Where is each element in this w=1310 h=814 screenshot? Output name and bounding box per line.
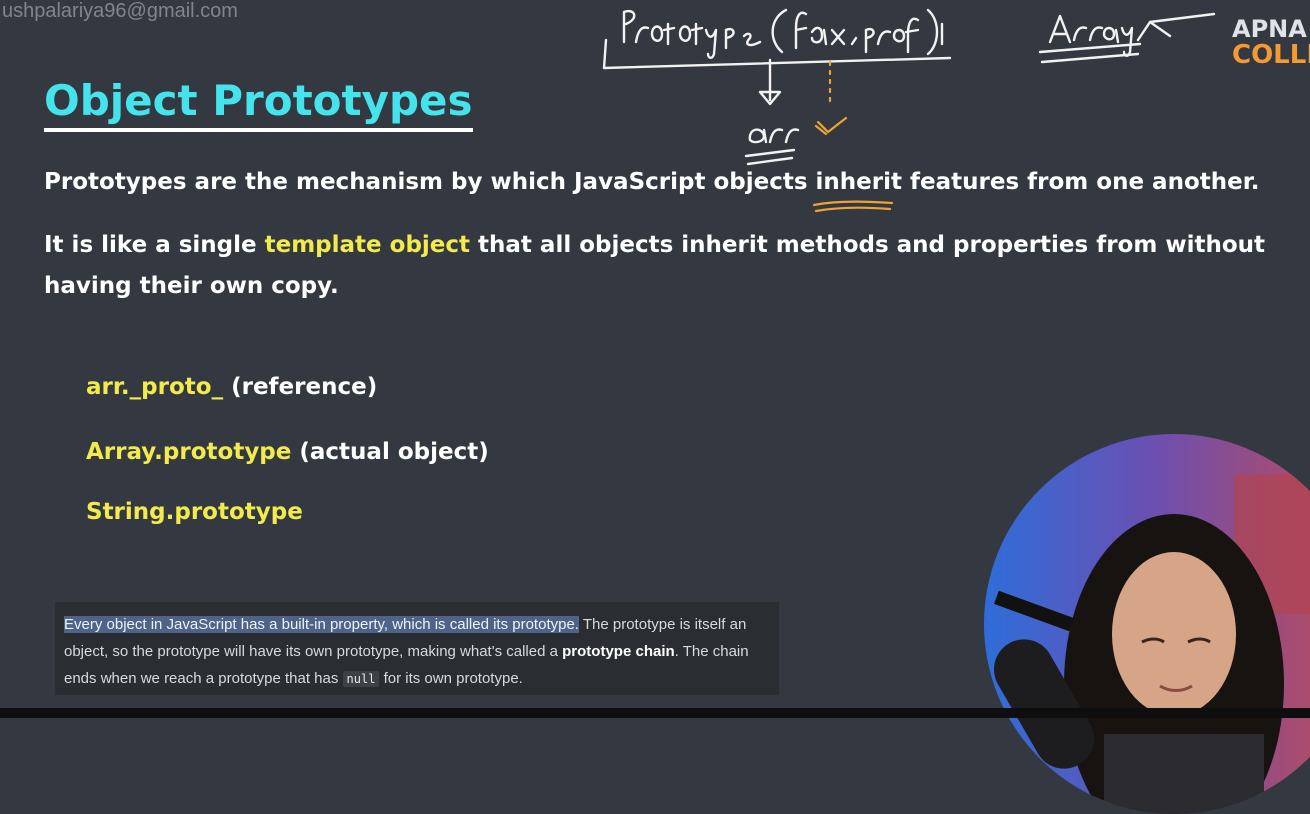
list-item-keyword: String.prototype bbox=[86, 499, 303, 525]
paragraph-template-start: It is like a single bbox=[44, 232, 265, 258]
bottom-bar bbox=[0, 708, 1310, 718]
null-code: null bbox=[342, 671, 380, 687]
annotation-array bbox=[1038, 12, 1216, 64]
slide-title: Object Prototypes bbox=[44, 74, 473, 132]
paragraph-template: It is like a single template object that… bbox=[44, 225, 1284, 307]
template-object-highlight: template object bbox=[264, 232, 471, 258]
list-item-arr-proto: arr._proto_ (reference) bbox=[86, 374, 377, 400]
selected-text[interactable]: Every object in JavaScript has a built-i… bbox=[64, 616, 579, 633]
paragraph-mechanism-start: Prototypes are the mechanism by which Ja… bbox=[44, 169, 816, 195]
list-item-keyword: Array.prototype bbox=[86, 439, 292, 465]
logo-line-2: COLLEGE bbox=[1232, 40, 1310, 70]
mdn-definition-excerpt[interactable]: Every object in JavaScript has a built-i… bbox=[55, 602, 779, 695]
annotation-orange-dotted-arrow bbox=[814, 60, 848, 136]
list-item-array-prototype: Array.prototype (actual object) bbox=[86, 439, 489, 465]
list-item-string-prototype: String.prototype bbox=[86, 499, 303, 525]
presenter-webcam bbox=[984, 434, 1310, 814]
presenter-illustration bbox=[984, 434, 1310, 814]
annotation-arr bbox=[744, 128, 800, 166]
inherit-text: inherit bbox=[815, 169, 902, 195]
paragraph-mechanism-end: features from one another. bbox=[902, 169, 1260, 195]
list-item-note: (actual object) bbox=[291, 439, 489, 465]
caption-text-3: for its own prototype. bbox=[379, 670, 523, 687]
inherit-underlined-word: inherit bbox=[812, 169, 902, 213]
apna-college-logo: APNA COLLEGE bbox=[1232, 16, 1310, 68]
caption-bold-prototype-chain: prototype chain bbox=[562, 643, 675, 660]
logo-line-1: APNA bbox=[1232, 15, 1307, 43]
list-item-note: (reference) bbox=[223, 374, 378, 400]
orange-underline-scribble bbox=[812, 200, 893, 213]
annotation-prototype-fnx-prop bbox=[602, 8, 952, 106]
list-item-keyword: arr._proto_ bbox=[86, 374, 224, 400]
paragraph-mechanism: Prototypes are the mechanism by which Ja… bbox=[44, 162, 1284, 213]
